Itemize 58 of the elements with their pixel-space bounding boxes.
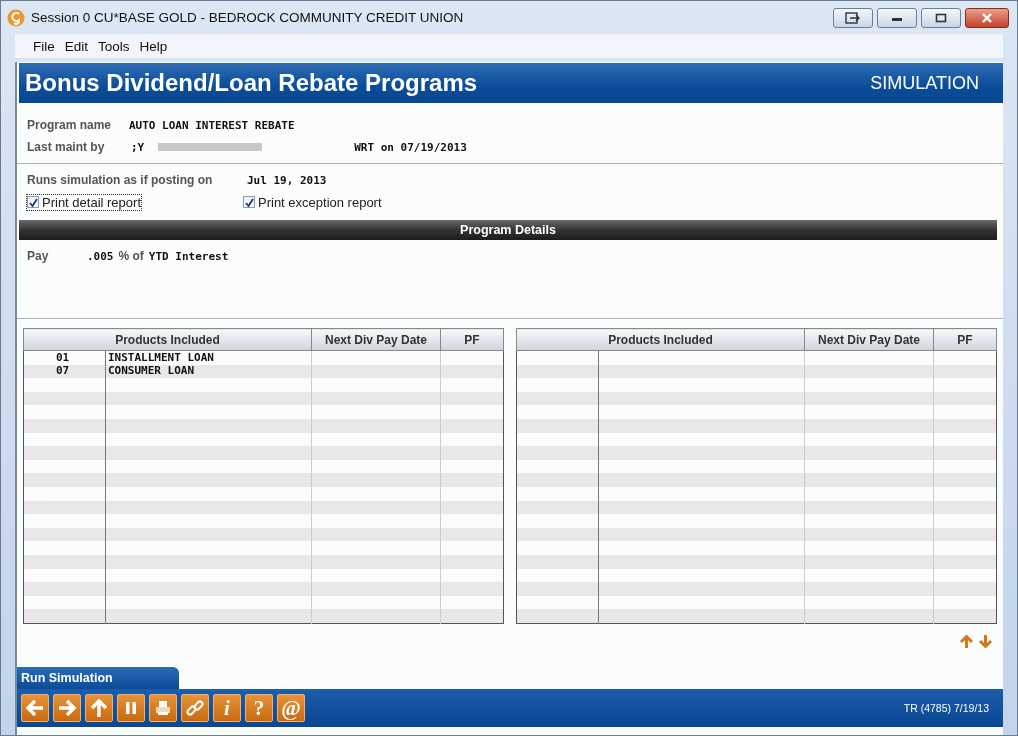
field-value: Jul 19, 2013 bbox=[247, 173, 327, 187]
toolbar-button[interactable] bbox=[21, 694, 49, 722]
section-title: Program Details bbox=[460, 223, 556, 237]
field-value: .005 bbox=[87, 249, 114, 263]
toolbar-button[interactable] bbox=[149, 694, 177, 722]
pause-icon bbox=[125, 702, 137, 714]
chain-link-icon bbox=[186, 699, 204, 717]
printer-icon bbox=[155, 700, 171, 716]
checkbox[interactable] bbox=[243, 196, 255, 208]
menu-item[interactable]: Tools bbox=[98, 38, 130, 54]
toolbar-button[interactable] bbox=[53, 694, 81, 722]
maximize-icon bbox=[935, 12, 947, 23]
mode-label: SIMULATION bbox=[870, 72, 979, 94]
page-title: Bonus Dividend/Loan Rebate Programs bbox=[25, 69, 478, 97]
column-header: Products Included bbox=[23, 328, 312, 351]
field-value: AUTO LOAN INTEREST REBATE bbox=[129, 118, 295, 132]
product-code: 07 bbox=[56, 364, 70, 378]
window-option-button[interactable] bbox=[833, 7, 873, 28]
scroll-down-icon[interactable] bbox=[978, 633, 993, 649]
field-value: YTD Interest bbox=[148, 249, 229, 263]
column-header: Next Div Pay Date bbox=[311, 328, 441, 351]
check-icon bbox=[244, 197, 254, 207]
menu-item[interactable]: File bbox=[33, 38, 55, 54]
column-header: Products Included bbox=[516, 328, 805, 351]
field-label: % of bbox=[118, 249, 144, 263]
close-icon bbox=[981, 12, 993, 23]
field-value: WRT on 07/19/2013 bbox=[354, 140, 467, 154]
toolbar-button[interactable] bbox=[85, 694, 113, 722]
close-button[interactable] bbox=[965, 7, 1009, 28]
checkbox[interactable] bbox=[27, 196, 39, 208]
checkbox-option[interactable]: Print detail report bbox=[27, 194, 141, 210]
checkbox-option[interactable]: Print exception report bbox=[243, 194, 382, 210]
check-icon bbox=[28, 197, 38, 207]
left-arrow-icon bbox=[25, 699, 45, 717]
field-label: Last maint by bbox=[27, 140, 106, 154]
column-header: Next Div Pay Date bbox=[804, 328, 934, 351]
menu-item[interactable]: Edit bbox=[64, 38, 89, 54]
column-header: PF bbox=[440, 328, 504, 351]
field-label: Runs simulation as if posting on bbox=[27, 173, 214, 187]
product-name: INSTALLMENT LOAN bbox=[108, 350, 214, 364]
field-label: Program name bbox=[27, 118, 113, 132]
product-name: CONSUMER LOAN bbox=[108, 364, 195, 378]
run-simulation-tab[interactable]: Run Simulation bbox=[17, 667, 179, 689]
status-text: TR (4785) 7/19/13 bbox=[903, 702, 990, 714]
app-logo-icon bbox=[7, 8, 25, 27]
maximize-button[interactable] bbox=[921, 7, 961, 28]
minimize-button[interactable] bbox=[877, 7, 917, 28]
right-arrow-icon bbox=[57, 699, 77, 717]
field-label: Pay bbox=[27, 249, 50, 263]
menu-item[interactable]: Help bbox=[139, 38, 168, 54]
toolbar-button[interactable] bbox=[181, 694, 209, 722]
scroll-up-icon[interactable] bbox=[959, 633, 974, 649]
product-code: 01 bbox=[56, 350, 70, 364]
window-title: Session 0 CU*BASE GOLD - BEDROCK COMMUNITY CREDIT UNION bbox=[31, 10, 465, 25]
up-arrow-icon bbox=[90, 698, 108, 718]
field-value: ;Y bbox=[131, 140, 145, 154]
toolbar-button[interactable] bbox=[117, 694, 145, 722]
column-header: PF bbox=[933, 328, 997, 351]
